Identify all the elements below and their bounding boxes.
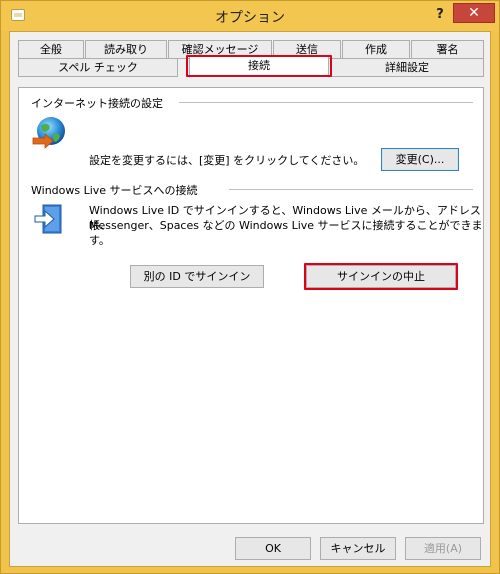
section-divider: [179, 102, 473, 103]
tab-spelling[interactable]: スペル チェック: [18, 58, 178, 77]
selected-tab-highlight: [186, 55, 332, 77]
tab-signatures[interactable]: 署名: [411, 40, 484, 59]
live-description-line2: Messenger、Spaces などの Windows Live サービスに接…: [89, 219, 483, 247]
signin-other-id-button[interactable]: 別の ID でサインイン: [130, 265, 264, 288]
tab-read[interactable]: 読み取り: [85, 40, 167, 59]
internet-settings-heading: インターネット接続の設定: [31, 97, 163, 110]
internet-globe-icon: [31, 114, 67, 150]
tab-general[interactable]: 全般: [18, 40, 84, 59]
tab-advanced[interactable]: 詳細設定: [330, 58, 484, 77]
change-button[interactable]: 変更(C)...: [381, 148, 459, 171]
apply-button[interactable]: 適用(A): [405, 537, 481, 560]
help-button[interactable]: ?: [430, 5, 450, 25]
live-services-heading: Windows Live サービスへの接続: [31, 184, 198, 197]
stop-signin-highlight: [304, 263, 458, 290]
dialog-client-area: 全般 読み取り 確認メッセージ 送信 作成 署名 スペル チェック 接続 詳細設…: [9, 31, 491, 567]
signin-arrow-icon: [33, 203, 65, 237]
cancel-button[interactable]: キャンセル: [320, 537, 396, 560]
tab-compose[interactable]: 作成: [342, 40, 410, 59]
title-bar: オプション ? ✕: [1, 1, 499, 31]
ok-button[interactable]: OK: [235, 537, 311, 560]
close-button[interactable]: ✕: [453, 3, 495, 23]
internet-instruction: 設定を変更するには、[変更] をクリックしてください。: [89, 154, 365, 167]
options-dialog: オプション ? ✕ 全般 読み取り 確認メッセージ 送信 作成 署名 スペル チ…: [0, 0, 500, 574]
section-divider: [229, 189, 473, 190]
window-title: オプション: [215, 10, 285, 26]
connection-tab-panel: インターネット接続の設定 設定を変更するには、[変更] をクリックしてください。…: [18, 87, 484, 524]
